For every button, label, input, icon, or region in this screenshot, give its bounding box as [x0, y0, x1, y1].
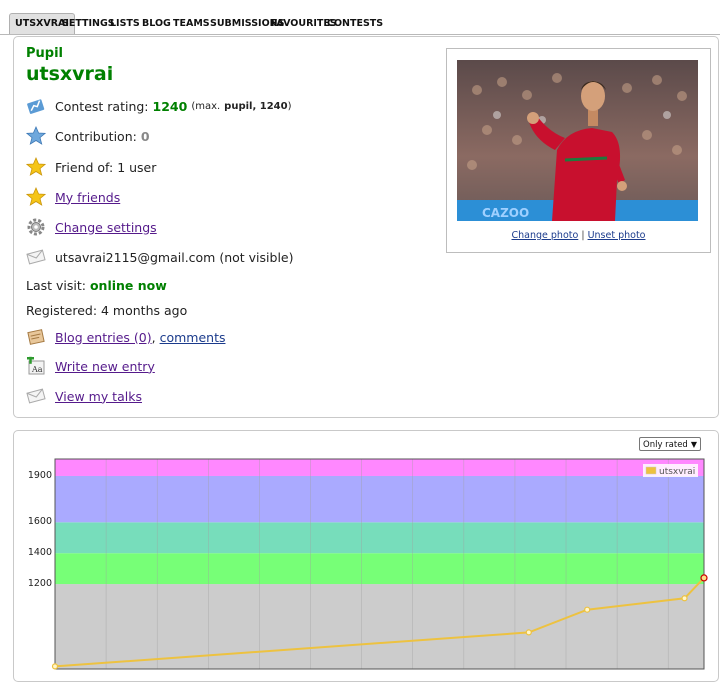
email-text: utsavrai2115@gmail.com (not visible) [55, 249, 294, 265]
user-photo-frame: CAZOO Change photo | Unset photo [446, 48, 711, 253]
star-icon [25, 156, 47, 177]
rating-chart: utsxvrai [51, 458, 708, 670]
blog-entries-row: Blog entries (0), comments [26, 326, 225, 348]
rating-value: 1240 [152, 98, 188, 114]
user-photo: CAZOO [457, 60, 698, 221]
svg-text:CAZOO: CAZOO [482, 206, 529, 220]
rating-band-0 [55, 584, 704, 669]
user-rank: Pupil [26, 46, 64, 61]
view-my-talks-link[interactable]: View my talks [55, 389, 142, 404]
envelope-icon [26, 247, 46, 267]
tab-teams[interactable]: TEAMS [173, 14, 210, 33]
friend-of-row: Friend of: 1 user [25, 156, 157, 178]
contribution-label: Contribution: [55, 128, 137, 144]
change-settings-row: Change settings [26, 216, 157, 238]
blog-icon [26, 327, 46, 347]
comments-link[interactable]: comments [160, 330, 226, 345]
email-row: utsavrai2115@gmail.com (not visible) [26, 246, 294, 268]
rating-band-1 [55, 553, 704, 585]
rating-max-prefix: (max. [191, 100, 221, 112]
rating-band-3 [55, 475, 704, 523]
change-photo-link[interactable]: Change photo [512, 230, 579, 241]
rating-max-value: pupil, 1240 [224, 100, 288, 112]
write-new-entry-link[interactable]: Write new entry [55, 359, 155, 374]
chart-icon [26, 96, 46, 116]
rating-label: Contest rating: [55, 98, 149, 114]
rating-max-suffix: ) [287, 100, 292, 112]
rating-band-4 [55, 459, 704, 476]
tab-settings[interactable]: SETTINGS [62, 14, 115, 33]
legend-label: utsxvrai [659, 467, 695, 477]
last-visit-row: Last visit: online now [26, 278, 167, 293]
rating-point [681, 595, 688, 602]
profile-box: Pupil utsxvrai Contest rating: 1240 (max… [13, 36, 719, 418]
rating-point [525, 629, 532, 636]
photo-links-separator: | [581, 230, 585, 241]
rating-graph-box: Only rated ▼ 1200 1400 1600 1900 utsxvrai [13, 430, 719, 682]
write-entry-icon: Aa [26, 356, 46, 376]
my-friends-row: My friends [25, 186, 120, 208]
last-visit-value: online now [89, 278, 167, 293]
gear-icon [26, 217, 46, 237]
registered-text: Registered: 4 months ago [26, 303, 188, 318]
profile-tabs: UTSXVRAI SETTINGS LISTS BLOG TEAMS SUBMI… [0, 10, 720, 35]
user-handle: utsxvrai [26, 63, 114, 85]
last-visit-label: Last visit: [26, 278, 86, 293]
rating-point [51, 663, 59, 670]
rating-point [584, 606, 591, 613]
star-icon [25, 186, 47, 207]
legend-swatch [645, 466, 657, 475]
rating-band-2 [55, 522, 704, 554]
tab-lists[interactable]: LISTS [110, 14, 140, 33]
contest-rating-row: Contest rating: 1240 (max. pupil, 1240 ) [26, 95, 291, 117]
photo-actions: Change photo | Unset photo [447, 230, 710, 241]
blog-entries-link[interactable]: Blog entries (0) [55, 330, 152, 345]
envelope-icon [26, 386, 46, 406]
tab-contests[interactable]: CONTESTS [327, 14, 383, 33]
unset-photo-link[interactable]: Unset photo [588, 230, 646, 241]
my-friends-link[interactable]: My friends [55, 190, 120, 205]
write-entry-row: Aa Write new entry [26, 355, 155, 377]
svg-text:Aa: Aa [31, 365, 43, 374]
contribution-row: Contribution: 0 [25, 125, 150, 147]
change-settings-link[interactable]: Change settings [55, 220, 157, 235]
tab-blog[interactable]: BLOG [142, 14, 171, 33]
blue-star-icon [25, 125, 47, 146]
talks-row: View my talks [26, 385, 142, 407]
friend-of-text: Friend of: 1 user [55, 159, 157, 175]
contribution-value: 0 [140, 128, 150, 144]
rating-point [700, 574, 708, 582]
